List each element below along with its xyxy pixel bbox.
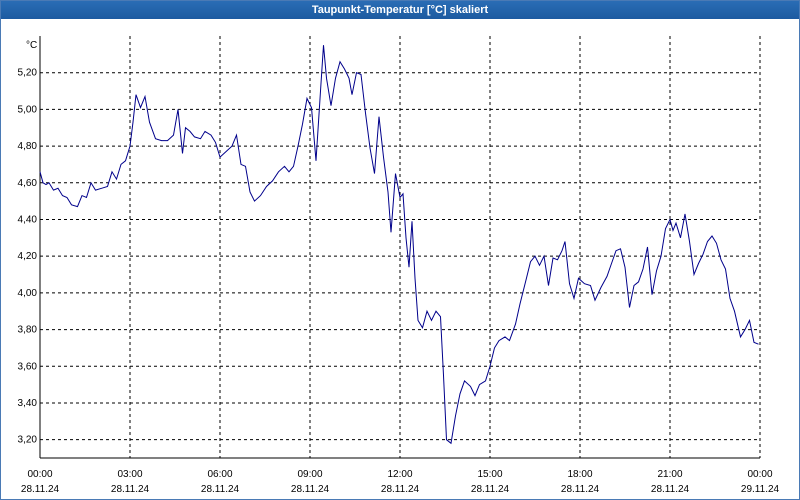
x-tick-date-label: 28.11.24 bbox=[291, 484, 330, 495]
y-tick-label: 3,60 bbox=[18, 361, 38, 372]
x-tick-time-label: 00:00 bbox=[27, 469, 52, 480]
dewpoint-series-line bbox=[39, 45, 759, 445]
x-tick-time-label: 18:00 bbox=[567, 469, 592, 480]
x-tick-date-label: 28.11.24 bbox=[111, 484, 150, 495]
x-tick-date-label: 28.11.24 bbox=[561, 484, 600, 495]
y-tick-label: 3,80 bbox=[18, 325, 38, 336]
x-tick-date-label: 29.11.24 bbox=[741, 484, 780, 495]
y-tick-label: 5,20 bbox=[18, 68, 38, 79]
y-tick-label: 3,40 bbox=[18, 398, 38, 409]
x-tick-time-label: 15:00 bbox=[477, 469, 502, 480]
x-tick-date-label: 28.11.24 bbox=[381, 484, 420, 495]
y-tick-label: 4,40 bbox=[18, 214, 38, 225]
y-tick-label: 4,60 bbox=[18, 178, 38, 189]
x-tick-time-label: 00:00 bbox=[747, 469, 772, 480]
x-tick-time-label: 06:00 bbox=[207, 469, 232, 480]
x-tick-date-label: 28.11.24 bbox=[201, 484, 240, 495]
x-tick-time-label: 12:00 bbox=[387, 469, 412, 480]
chart-window: Taupunkt-Temperatur [°C] skaliert 3,20 3,… bbox=[0, 0, 800, 500]
x-tick-time-label: 21:00 bbox=[657, 469, 682, 480]
y-axis-unit-label: °C bbox=[26, 40, 37, 51]
x-tick-date-label: 28.11.24 bbox=[471, 484, 510, 495]
x-tick-date-label: 28.11.24 bbox=[651, 484, 690, 495]
y-tick-label: 4,80 bbox=[18, 141, 38, 152]
dewpoint-chart: 3,20 3,40 3,60 3,80 4,00 4,20 4,40 4,60 4,80 5,00… bbox=[18, 36, 780, 495]
x-tick-time-label: 03:00 bbox=[117, 469, 142, 480]
y-tick-label: 5,00 bbox=[18, 104, 38, 115]
y-tick-label: 4,20 bbox=[18, 251, 38, 262]
y-tick-label: 4,00 bbox=[18, 288, 38, 299]
x-tick-time-label: 09:00 bbox=[297, 469, 322, 480]
y-tick-label: 3,20 bbox=[18, 435, 38, 446]
x-tick-date-label: 28.11.24 bbox=[21, 484, 60, 495]
